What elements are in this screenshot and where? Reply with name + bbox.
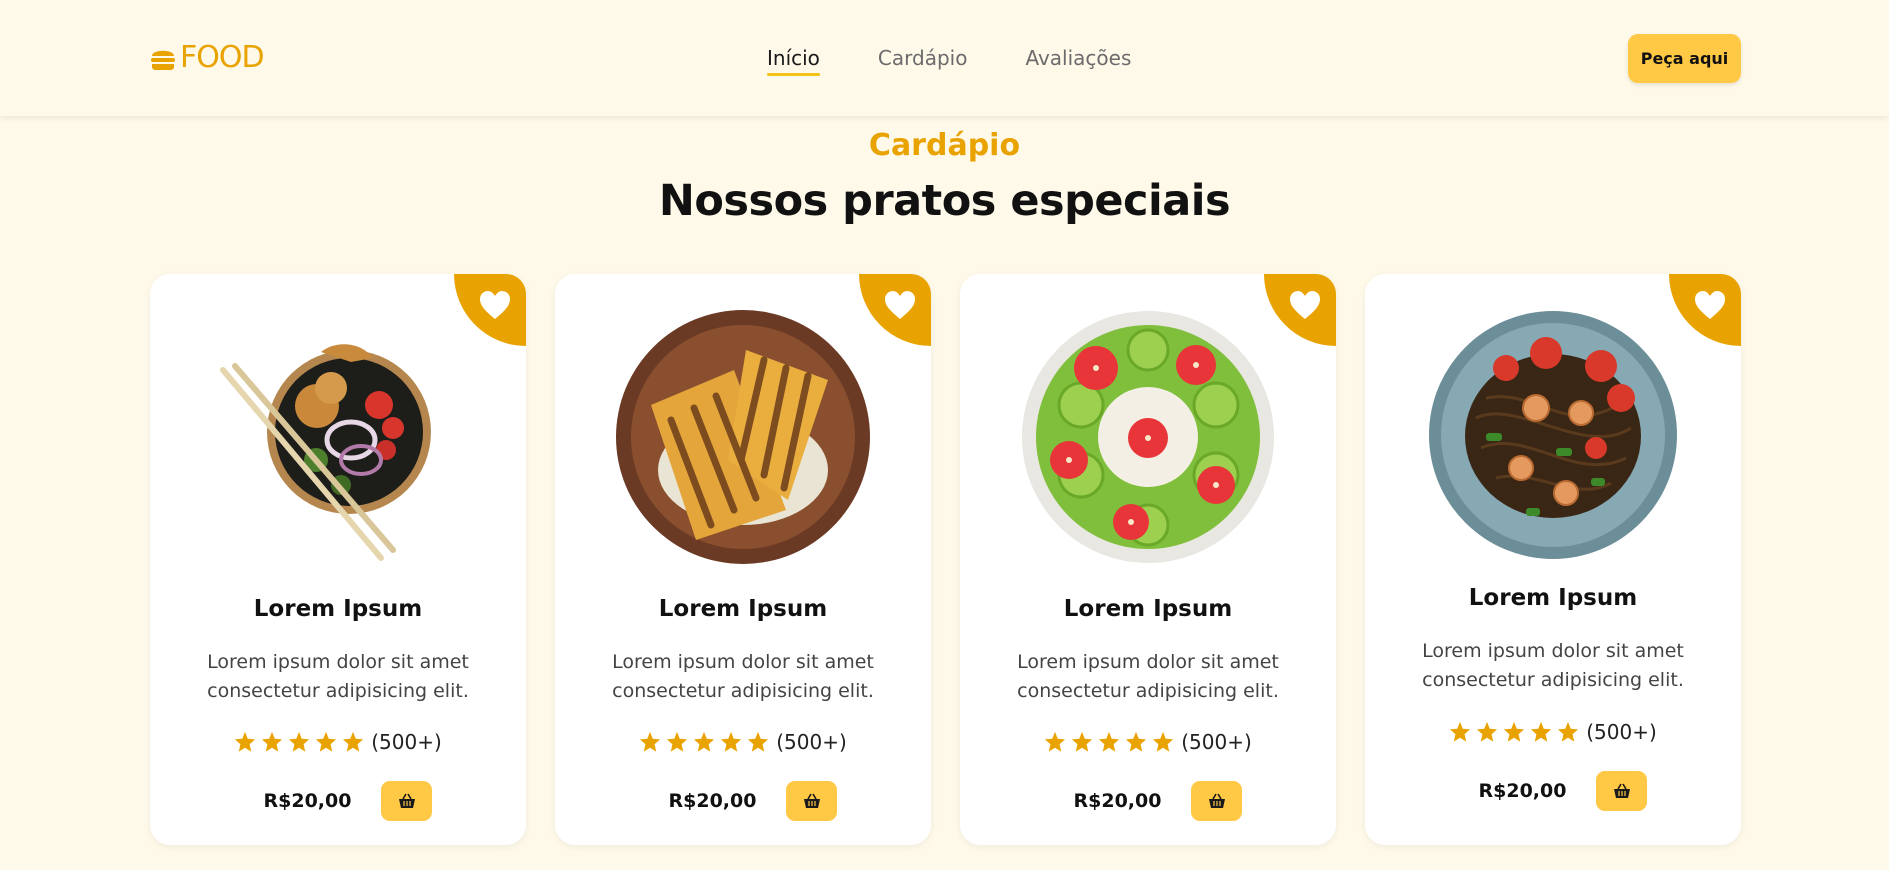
star-icon (1072, 731, 1093, 752)
dish-name: Lorem Ipsum (1468, 585, 1638, 611)
dish-name: Lorem Ipsum (658, 596, 828, 622)
basket-icon (1208, 793, 1225, 808)
rating: (500+) (150, 730, 526, 754)
rating-count: (500+) (1586, 720, 1657, 744)
star-icon (1126, 731, 1147, 752)
star-icon (1153, 731, 1174, 752)
dish-price: R$20,00 (263, 790, 352, 812)
menu-card: Lorem Ipsum Lorem ipsum dolor sit amet c… (555, 274, 931, 845)
add-to-cart-button[interactable] (381, 781, 433, 821)
rating-count: (500+) (1181, 730, 1252, 754)
add-to-cart-button[interactable] (1596, 771, 1648, 811)
dish-description: Lorem ipsum dolor sit amet consectetur a… (207, 651, 469, 702)
price-row: R$20,00 (150, 781, 526, 821)
add-to-cart-button[interactable] (1191, 781, 1243, 821)
rating: (500+) (960, 730, 1336, 754)
star-icon (640, 731, 661, 752)
rating: (500+) (555, 730, 931, 754)
star-icon (235, 731, 256, 752)
basket-icon (803, 793, 820, 808)
dish-name: Lorem Ipsum (253, 596, 423, 622)
star-icon (1504, 721, 1525, 742)
star-icon (289, 731, 310, 752)
star-icon (343, 731, 364, 752)
site-header: FOOD Início Cardápio Avaliações Peça aqu… (0, 0, 1889, 116)
dish-price: R$20,00 (1073, 790, 1162, 812)
logo-text: FOOD (180, 40, 265, 75)
star-icon (316, 731, 337, 752)
price-row: R$20,00 (555, 781, 931, 821)
price-row: R$20,00 (960, 781, 1336, 821)
heart-icon (480, 291, 510, 319)
heart-icon (885, 291, 915, 319)
basket-icon (1613, 783, 1630, 798)
nav-link-cardapio[interactable]: Cardápio (878, 44, 968, 72)
rating: (500+) (1365, 720, 1741, 744)
dish-description: Lorem ipsum dolor sit amet consectetur a… (1017, 651, 1279, 702)
section-title: Nossos pratos especiais (658, 176, 1231, 226)
dish-description: Lorem ipsum dolor sit amet consectetur a… (612, 651, 874, 702)
menu-card: Lorem Ipsum Lorem ipsum dolor sit amet c… (150, 274, 526, 845)
dish-name: Lorem Ipsum (1063, 596, 1233, 622)
nav-link-avaliacoes[interactable]: Avaliações (1025, 44, 1131, 72)
section-label: Cardápio (868, 128, 1021, 163)
rating-count: (500+) (776, 730, 847, 754)
star-icon (1531, 721, 1552, 742)
star-icon (1477, 721, 1498, 742)
price-row: R$20,00 (1365, 771, 1741, 811)
add-to-cart-button[interactable] (786, 781, 838, 821)
star-icon (748, 731, 769, 752)
star-icon (667, 731, 688, 752)
star-icon (262, 731, 283, 752)
star-icon (1558, 721, 1579, 742)
star-icon (1045, 731, 1066, 752)
star-icon (694, 731, 715, 752)
basket-icon (398, 793, 415, 808)
menu-card: Lorem Ipsum Lorem ipsum dolor sit amet c… (1365, 274, 1741, 845)
nav-link-inicio[interactable]: Início (767, 44, 820, 76)
order-button[interactable]: Peça aqui (1628, 34, 1741, 83)
smoothie-bowl-icon (1022, 311, 1274, 563)
star-icon (721, 731, 742, 752)
dish-description: Lorem ipsum dolor sit amet consectetur a… (1422, 640, 1684, 691)
star-icon (1099, 731, 1120, 752)
grilled-sandwich-icon (616, 310, 870, 564)
burger-icon (151, 50, 175, 70)
dish-price: R$20,00 (668, 790, 757, 812)
dish-price: R$20,00 (1478, 780, 1567, 802)
main-nav: Início Cardápio Avaliações (767, 44, 1189, 76)
noodles-plate-icon (1429, 311, 1677, 559)
star-icon (1450, 721, 1471, 742)
logo[interactable]: FOOD (150, 40, 265, 75)
heart-icon (1290, 291, 1320, 319)
menu-card: Lorem Ipsum Lorem ipsum dolor sit amet c… (960, 274, 1336, 845)
poke-bowl-icon (220, 344, 431, 561)
rating-count: (500+) (371, 730, 442, 754)
heart-icon (1695, 291, 1725, 319)
